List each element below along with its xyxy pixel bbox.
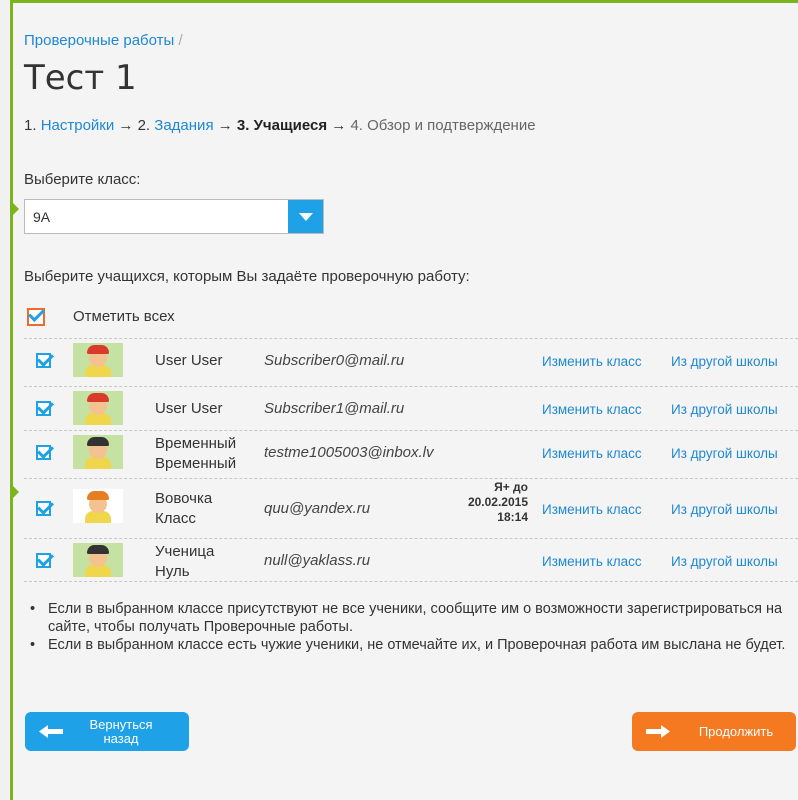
chevron-down-icon[interactable] <box>288 200 323 233</box>
select-all-checkbox[interactable] <box>27 308 45 326</box>
other-school-link[interactable]: Из другой школы <box>671 446 778 461</box>
breadcrumb-link[interactable]: Проверочные работы <box>24 32 174 49</box>
avatar <box>73 435 123 469</box>
step-arrow: → <box>217 117 233 134</box>
change-class-link[interactable]: Изменить класс <box>542 502 642 517</box>
student-checkbox[interactable] <box>36 501 51 516</box>
student-email: null@yaklass.ru <box>264 552 371 569</box>
student-name: User User <box>155 400 223 417</box>
class-select-value: 9A <box>33 209 51 225</box>
step-arrow: → <box>331 117 347 134</box>
breadcrumb-separator: / <box>178 32 183 49</box>
student-email: Subscriber0@mail.ru <box>264 352 405 369</box>
step-1-number: 1. <box>24 117 37 134</box>
change-class-link[interactable]: Изменить класс <box>542 354 642 369</box>
change-class-link[interactable]: Изменить класс <box>542 554 642 569</box>
note-item: Если в выбранном классе присутствуют не … <box>30 600 788 636</box>
back-button-label: Вернуться назад <box>89 717 153 746</box>
frame-notch <box>13 486 19 498</box>
step-2-number: 2. <box>137 117 151 134</box>
student-row: User User Subscriber1@mail.ru Изменить к… <box>24 386 798 429</box>
avatar <box>73 343 123 377</box>
avatar <box>73 391 123 425</box>
arrow-right-icon <box>646 725 670 738</box>
step-arrow: → <box>118 117 134 134</box>
student-row: User User Subscriber0@mail.ru Изменить к… <box>24 338 798 381</box>
student-row: Вовочка Класс quu@yandex.ru Я+ до 20.02.20… <box>24 478 798 539</box>
breadcrumb: Проверочные работы / <box>24 32 183 49</box>
continue-button-label: Продолжить <box>698 724 774 739</box>
other-school-link[interactable]: Из другой школы <box>671 402 778 417</box>
student-checkbox[interactable] <box>36 445 51 460</box>
change-class-link[interactable]: Изменить класс <box>542 402 642 417</box>
change-class-link[interactable]: Изменить класс <box>542 446 642 461</box>
class-select[interactable]: 9A <box>24 199 324 234</box>
student-row: Ученица Нуль null@yaklass.ru Изменить кла… <box>24 538 798 582</box>
student-email: Subscriber1@mail.ru <box>264 400 405 417</box>
student-checkbox[interactable] <box>36 401 51 416</box>
frame-notch <box>13 203 19 215</box>
note-item: Если в выбранном классе есть чужие учени… <box>30 636 788 654</box>
student-checkbox[interactable] <box>36 553 51 568</box>
students-label: Выберите учащихся, которым Вы задаёте пр… <box>24 268 470 285</box>
select-all-label[interactable]: Отметить всех <box>73 308 175 325</box>
wizard-steps: 1. Настройки → 2. Задания → 3. Учащиеся … <box>24 117 536 134</box>
subscription-status: Я+ до 20.02.2015 18:14 <box>467 480 528 524</box>
class-select-label: Выберите класс: <box>24 171 141 188</box>
student-name: Вовочка Класс <box>155 490 213 527</box>
student-row: Временный Временный testme1005003@inbox.l… <box>24 430 798 473</box>
step-4: 4. Обзор и подтверждение <box>350 117 536 134</box>
continue-button[interactable]: Продолжить <box>632 712 796 751</box>
avatar <box>73 489 123 523</box>
student-email: quu@yandex.ru <box>264 500 371 517</box>
other-school-link[interactable]: Из другой школы <box>671 554 778 569</box>
other-school-link[interactable]: Из другой школы <box>671 354 778 369</box>
student-email: testme1005003@inbox.lv <box>264 444 434 461</box>
arrow-left-icon <box>39 725 63 738</box>
avatar <box>73 543 123 577</box>
student-name: Временный Временный <box>155 435 237 472</box>
other-school-link[interactable]: Из другой школы <box>671 502 778 517</box>
step-3-current: 3. Учащиеся <box>236 117 328 134</box>
step-1-link[interactable]: Настройки <box>41 117 115 134</box>
info-notes: Если в выбранном классе присутствуют не … <box>28 600 788 654</box>
student-name: Ученица Нуль <box>155 543 215 580</box>
page-title: Тест 1 <box>24 58 137 98</box>
back-button[interactable]: Вернуться назад <box>25 712 189 751</box>
student-checkbox[interactable] <box>36 353 51 368</box>
step-2-link[interactable]: Задания <box>154 117 213 134</box>
student-name: User User <box>155 352 223 369</box>
